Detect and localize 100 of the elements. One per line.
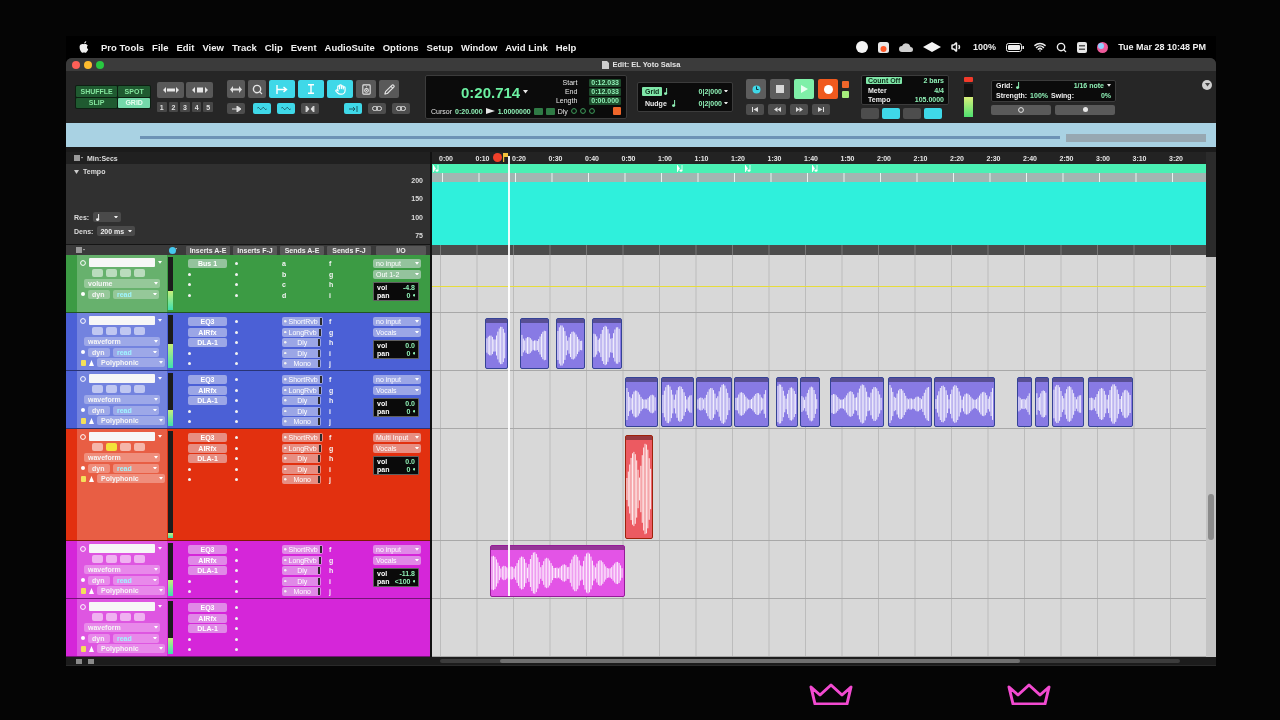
audio-clip[interactable] — [776, 377, 798, 427]
minimize-button[interactable] — [84, 60, 92, 69]
track-lane[interactable] — [432, 599, 1206, 657]
return-to-start-button[interactable] — [746, 104, 764, 115]
audio-clip[interactable] — [696, 377, 732, 427]
transport-button[interactable] — [746, 79, 766, 99]
track-toggle-button[interactable] — [106, 443, 117, 451]
zoom-in-button[interactable] — [186, 82, 213, 98]
toolbar-menu-button[interactable] — [1202, 80, 1212, 90]
edit-tool-button[interactable] — [248, 80, 266, 98]
track-toggle-button[interactable] — [120, 327, 131, 335]
close-button[interactable] — [72, 60, 80, 69]
horizontal-scrollbar[interactable] — [440, 659, 1180, 663]
transport-button[interactable] — [770, 79, 790, 99]
track-lane[interactable] — [432, 371, 1206, 429]
track-toggle-button[interactable] — [92, 613, 103, 621]
search-icon[interactable] — [1056, 41, 1068, 53]
tempo-marker-strip[interactable] — [432, 164, 1206, 173]
go-to-end-button[interactable] — [812, 104, 830, 115]
zoom-button[interactable] — [96, 60, 104, 69]
track-name-field[interactable] — [89, 432, 155, 441]
quantize-button[interactable] — [991, 104, 1051, 115]
track-toggle-button[interactable] — [134, 385, 145, 393]
resolution-selector[interactable] — [93, 212, 122, 222]
audio-clip[interactable] — [734, 377, 769, 427]
track-name-field[interactable] — [89, 374, 155, 383]
audio-clip[interactable] — [625, 377, 658, 427]
menu-item[interactable]: File — [152, 41, 169, 53]
track-toggle-button[interactable] — [92, 327, 103, 335]
track-toggle-button[interactable] — [106, 613, 117, 621]
circle-icon[interactable] — [856, 41, 869, 53]
audio-clip[interactable] — [934, 377, 995, 427]
track-lane[interactable] — [432, 255, 1206, 313]
vertical-scrollbar[interactable] — [1206, 257, 1216, 657]
track-toggle-button[interactable] — [134, 269, 145, 277]
edit-option-button[interactable] — [277, 103, 295, 114]
audio-clip[interactable] — [830, 377, 884, 427]
track-toggle-button[interactable] — [120, 269, 131, 277]
track-toggle-button[interactable] — [120, 443, 131, 451]
audio-clip[interactable] — [661, 377, 694, 427]
edit-option-button[interactable] — [301, 103, 319, 114]
track-toggle-button[interactable] — [92, 555, 103, 563]
fast-forward-button[interactable] — [790, 104, 808, 115]
track-toggle-button[interactable] — [106, 269, 117, 277]
audio-clip[interactable] — [520, 318, 549, 369]
audio-clip[interactable] — [592, 318, 622, 369]
track-lane[interactable] — [432, 313, 1206, 371]
track-lane[interactable] — [432, 541, 1206, 599]
menu-item[interactable]: Edit — [176, 41, 195, 53]
menu-item[interactable]: Pro Tools — [101, 41, 145, 53]
menu-item[interactable]: Avid Link — [505, 41, 548, 53]
menu-item[interactable]: Window — [461, 41, 498, 53]
audio-clip[interactable] — [888, 377, 932, 427]
audio-clip[interactable] — [485, 318, 508, 369]
track-toggle-button[interactable] — [106, 555, 117, 563]
track-toggle-button[interactable] — [134, 443, 145, 451]
track-toggle-button[interactable] — [106, 327, 117, 335]
rewind-button[interactable] — [768, 104, 786, 115]
edit-option-button[interactable] — [392, 103, 410, 114]
track-toggle-button[interactable] — [92, 443, 103, 451]
edit-option-button[interactable] — [227, 103, 245, 114]
track-toggle-button[interactable] — [120, 613, 131, 621]
track-toggle-button[interactable] — [120, 555, 131, 563]
app-icon[interactable] — [878, 41, 890, 53]
menu-item[interactable]: Help — [555, 41, 577, 53]
track-name-field[interactable] — [89, 316, 155, 325]
track-toggle-button[interactable] — [134, 613, 145, 621]
menu-item[interactable]: Track — [231, 41, 257, 53]
transport-button[interactable] — [818, 79, 838, 99]
audio-clip[interactable] — [1088, 377, 1133, 427]
track-toggle-button[interactable] — [106, 385, 117, 393]
menu-item[interactable]: AudioSuite — [324, 41, 375, 53]
clip-indicator[interactable] — [964, 77, 973, 82]
edit-tool-button[interactable] — [227, 80, 245, 98]
audio-clip[interactable] — [800, 377, 820, 427]
main-counter-time[interactable]: 0:20.714 — [461, 83, 521, 101]
audio-clip[interactable] — [556, 318, 585, 369]
edit-option-button[interactable] — [344, 103, 362, 114]
scroll-thumb[interactable] — [500, 659, 1020, 663]
menu-item[interactable]: Options — [382, 41, 419, 53]
edit-tool-button[interactable] — [379, 80, 399, 98]
menu-item[interactable]: Event — [290, 41, 317, 53]
edit-option-button[interactable] — [253, 103, 271, 114]
audio-clip[interactable] — [1035, 377, 1049, 427]
audio-clip[interactable] — [1052, 377, 1084, 427]
control-center-icon[interactable] — [1077, 41, 1088, 53]
menu-item[interactable]: Setup — [426, 41, 453, 53]
track-toggle-button[interactable] — [120, 385, 131, 393]
track-name-field[interactable] — [89, 544, 155, 553]
menu-bar-clock[interactable]: Tue Mar 28 10:48 PM — [1118, 42, 1206, 52]
track-toggle-button[interactable] — [92, 385, 103, 393]
edit-tool-button[interactable] — [356, 80, 376, 98]
scroll-thumb[interactable] — [1208, 494, 1214, 540]
diamond-icon[interactable] — [923, 42, 942, 52]
track-name-field[interactable] — [89, 602, 155, 611]
menu-item[interactable]: Clip — [264, 41, 283, 53]
cloud-icon[interactable] — [899, 42, 914, 52]
universe-overview[interactable] — [66, 123, 1216, 147]
track-toggle-button[interactable] — [134, 555, 145, 563]
wifi-icon[interactable] — [1034, 41, 1047, 53]
